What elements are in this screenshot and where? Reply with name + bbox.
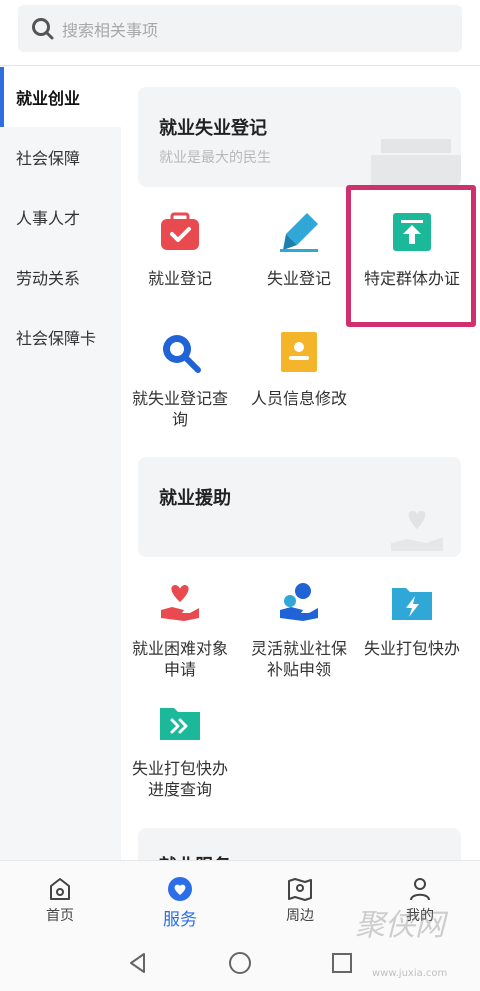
tab-nearby[interactable]: 周边	[240, 861, 360, 934]
service-employment-registration[interactable]: 就业登记	[125, 210, 235, 289]
search-input[interactable]: 搜索相关事项	[18, 5, 462, 52]
watermark-logo: 聚侠网	[355, 908, 445, 943]
back-icon[interactable]	[126, 951, 150, 975]
service-unemployment-registration[interactable]: 失业登记	[244, 210, 354, 289]
pen-icon	[280, 213, 318, 252]
tab-label: 周边	[286, 908, 314, 924]
service-label: 就业困难对象申请	[131, 639, 228, 679]
watermark-url: www.juxia.com	[372, 968, 448, 979]
search-icon	[32, 17, 54, 39]
section-title: 就业服务	[159, 852, 231, 860]
person-icon	[410, 878, 430, 901]
folder-lightning-icon	[392, 588, 432, 620]
hand-coin-icon	[280, 583, 318, 621]
sidebar-item-employment[interactable]: 就业创业	[0, 67, 121, 127]
sidebar-item-labor-relations[interactable]: 劳动关系	[0, 247, 121, 307]
search-placeholder: 搜索相关事项	[62, 20, 159, 40]
home-circle-icon[interactable]	[228, 951, 252, 975]
section-title: 就业失业登记	[159, 118, 267, 139]
search-area: 搜索相关事项	[0, 0, 480, 66]
section-banner-registration: 就业失业登记 就业是最大的民生	[138, 87, 461, 187]
home-icon	[50, 878, 70, 900]
service-unemployment-package[interactable]: 失业打包快办	[357, 580, 467, 659]
service-package-progress-query[interactable]: 失业打包快办进度查询	[125, 700, 235, 800]
sidebar-item-personnel[interactable]: 人事人才	[0, 187, 121, 247]
service-label: 就失业登记查询	[131, 389, 228, 429]
id-card-icon	[281, 332, 317, 372]
heart-circle-icon	[168, 877, 192, 901]
briefcase-check-icon	[161, 212, 199, 250]
service-label: 人员信息修改	[250, 389, 347, 408]
service-label: 失业打包快办	[363, 639, 460, 658]
service-label: 就业登记	[147, 269, 212, 288]
recents-icon[interactable]	[330, 951, 354, 975]
service-registration-query[interactable]: 就失业登记查询	[125, 330, 235, 430]
sidebar-item-label: 社会保障	[16, 149, 81, 168]
service-label: 失业登记	[266, 269, 331, 288]
tab-services[interactable]: 服务	[120, 861, 240, 934]
section-banner-assistance: 就业援助	[138, 457, 461, 557]
highlight-box	[346, 185, 476, 327]
category-sidebar: 就业创业 社会保障 人事人才 劳动关系 社会保障卡	[0, 67, 121, 860]
map-pin-icon	[288, 878, 312, 901]
sidebar-item-label: 就业创业	[16, 89, 81, 108]
service-label: 失业打包快办进度查询	[131, 759, 228, 799]
section-banner-service: 就业服务	[138, 828, 461, 860]
section-title: 就业援助	[159, 488, 231, 509]
folder-forward-icon	[160, 708, 200, 740]
service-label: 灵活就业社保补贴申领	[250, 639, 347, 679]
magnifier-icon	[163, 335, 201, 373]
sidebar-item-label: 人事人才	[16, 209, 81, 228]
service-flexible-subsidy[interactable]: 灵活就业社保补贴申领	[244, 580, 354, 680]
hand-heart-icon	[161, 585, 199, 621]
sidebar-item-label: 社会保障卡	[16, 329, 97, 348]
sidebar-item-social-security-card[interactable]: 社会保障卡	[0, 307, 121, 367]
hand-heart-illustration-icon	[391, 511, 443, 551]
tab-label: 首页	[46, 908, 74, 924]
service-personal-info-edit[interactable]: 人员信息修改	[244, 330, 354, 409]
tab-home[interactable]: 首页	[0, 861, 120, 934]
service-difficulty-application[interactable]: 就业困难对象申请	[125, 580, 235, 680]
tab-label: 服务	[163, 910, 197, 930]
folder-illustration-icon	[371, 139, 461, 187]
sidebar-item-label: 劳动关系	[16, 269, 81, 288]
sidebar-item-social-security[interactable]: 社会保障	[0, 127, 121, 187]
section-subtitle: 就业是最大的民生	[159, 150, 271, 166]
